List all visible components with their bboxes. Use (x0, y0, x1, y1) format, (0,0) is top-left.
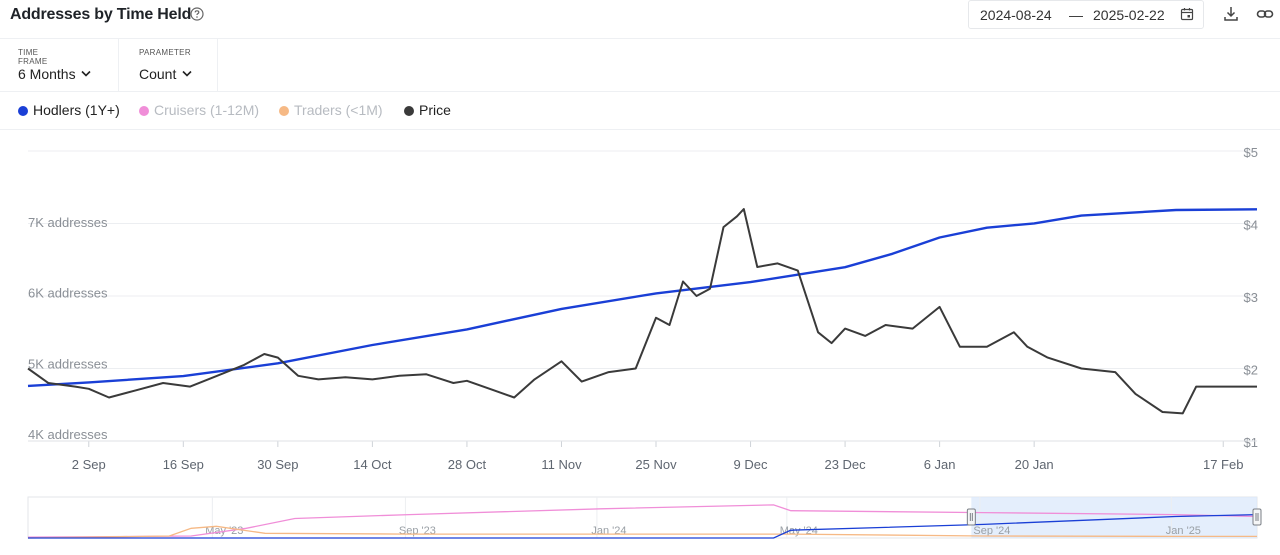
navigator-tick-label: May '24 (780, 525, 818, 537)
navigator-chart[interactable]: May '23 Sep '23 Jan '24 May '24 Sep '24 Jan '… (0, 0, 1280, 555)
navigator-handle-body (966, 508, 976, 526)
navigator-tick-label: Jan '24 (591, 525, 626, 537)
navigator-tick-label: Sep '24 (973, 525, 1010, 537)
navigator-tick-label: Jan '25 (1166, 525, 1201, 537)
navigator-selection (971, 497, 1257, 538)
navigator-handle-left[interactable] (966, 508, 976, 526)
navigator-handle-body (1252, 508, 1262, 526)
navigator-tick-label: Sep '23 (399, 525, 436, 537)
navigator-handle-right[interactable] (1252, 508, 1262, 526)
